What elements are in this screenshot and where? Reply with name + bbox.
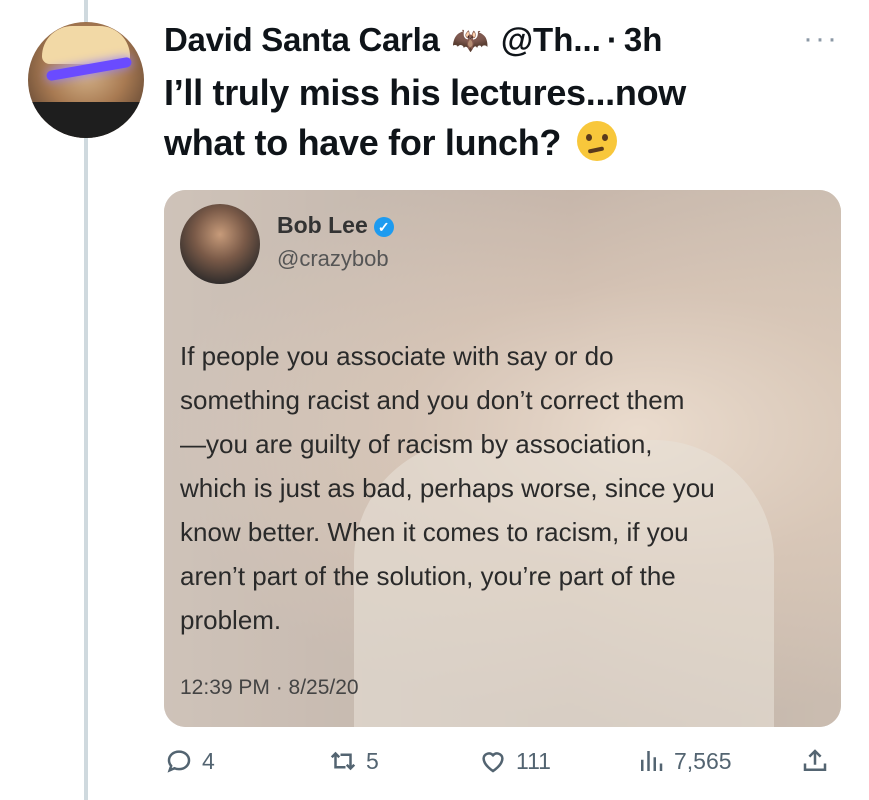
- retweet-button[interactable]: 5: [328, 746, 379, 776]
- embedded-line: If people you associate with say or do: [180, 341, 614, 371]
- embedded-handle: @crazybob: [277, 246, 389, 271]
- attached-image[interactable]: Bob Lee ✓ @crazybob If people you associa…: [164, 190, 841, 727]
- action-bar: 4 5 111 7,565: [164, 746, 844, 796]
- more-options-icon[interactable]: ···: [803, 22, 839, 56]
- share-button[interactable]: [800, 746, 838, 776]
- embedded-line: —you are guilty of racism by association…: [180, 429, 653, 459]
- like-button[interactable]: 111: [478, 746, 551, 776]
- embedded-line: which is just as bad, perhaps worse, sin…: [180, 473, 715, 503]
- embedded-body: If people you associate with say or do s…: [180, 334, 820, 642]
- user-handle[interactable]: @Th...: [501, 21, 601, 59]
- views-chart-icon: [641, 751, 663, 771]
- reply-icon: [167, 750, 191, 773]
- embedded-line: aren’t part of the solution, you’re part…: [180, 561, 676, 591]
- separator-dot: ·: [606, 21, 618, 58]
- retweet-count: 5: [366, 747, 379, 774]
- embedded-avatar: [180, 204, 260, 284]
- views-button[interactable]: 7,565: [636, 746, 732, 776]
- timestamp[interactable]: 3h: [624, 21, 663, 59]
- embedded-line: know better. When it comes to racism, if…: [180, 517, 689, 547]
- embedded-timestamp: 12:39 PM · 8/25/20: [180, 676, 359, 699]
- tweet-text: I’ll truly miss his lectures...now what …: [164, 68, 824, 168]
- tweet-text-line: what to have for lunch?: [164, 118, 824, 168]
- reply-count: 4: [202, 747, 215, 774]
- display-name[interactable]: David Santa Carla: [164, 21, 440, 59]
- embedded-author-name: Bob Lee: [277, 212, 368, 238]
- retweet-icon: [330, 751, 356, 771]
- tweet-text-line: I’ll truly miss his lectures...now: [164, 72, 686, 113]
- tweet-header: David Santa Carla 🦇 @Th... · 3h: [164, 20, 662, 60]
- verified-badge-icon: ✓: [373, 217, 394, 237]
- author-avatar[interactable]: [28, 22, 144, 138]
- thinking-face-icon: [576, 121, 617, 161]
- like-count: 111: [516, 747, 551, 774]
- share-icon: [803, 749, 827, 771]
- bat-emoji-icon: 🦇: [451, 23, 489, 57]
- avatar-shirt: [28, 102, 144, 138]
- view-count: 7,565: [674, 747, 732, 774]
- reply-button[interactable]: 4: [164, 746, 215, 776]
- embedded-line: problem.: [180, 605, 282, 635]
- embedded-author: Bob Lee ✓: [277, 212, 394, 239]
- embedded-line: something racist and you don’t correct t…: [180, 385, 685, 415]
- tweet-text-segment: what to have for lunch?: [164, 122, 562, 163]
- heart-icon: [482, 752, 504, 773]
